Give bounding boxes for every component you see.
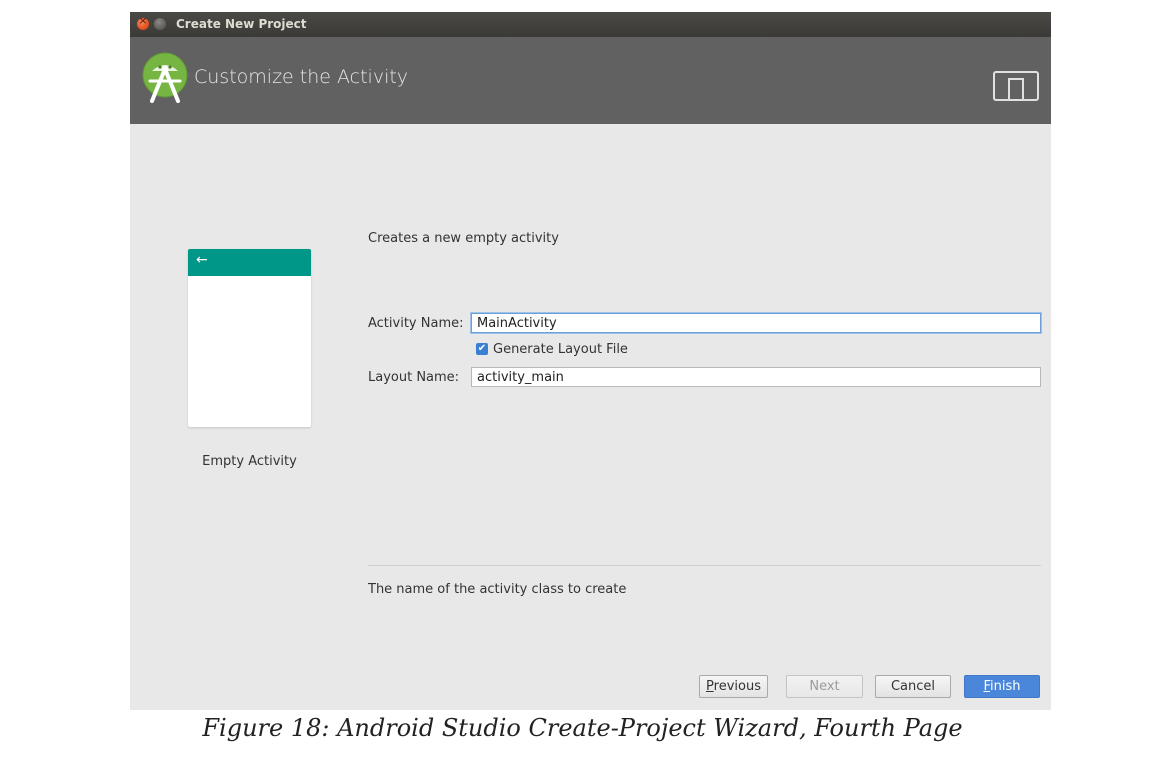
divider <box>368 565 1041 566</box>
close-window-button[interactable] <box>137 14 149 30</box>
android-studio-logo-icon <box>142 52 188 103</box>
device-form-factor-icon <box>993 71 1039 101</box>
preview-toolbar: ← <box>188 249 311 276</box>
wizard-header: Customize the Activity <box>130 37 1051 124</box>
generate-layout-checkbox[interactable]: ✔ <box>476 343 488 355</box>
finish-button[interactable]: Finish <box>964 675 1040 698</box>
minimize-window-button[interactable] <box>154 18 166 30</box>
help-text: The name of the activity class to create <box>368 582 627 597</box>
template-name: Empty Activity <box>202 454 297 469</box>
activity-template-preview: ← <box>188 249 311 427</box>
template-description: Creates a new empty activity <box>368 231 559 246</box>
window-title: Create New Project <box>176 17 307 31</box>
previous-label: revious <box>713 679 761 694</box>
previous-mnemonic: P <box>706 679 714 694</box>
previous-button[interactable]: Previous <box>699 675 768 698</box>
next-button[interactable]: Next <box>786 675 863 698</box>
page-title: Customize the Activity <box>194 66 409 88</box>
layout-name-label: Layout Name: <box>368 370 460 385</box>
activity-name-input[interactable] <box>471 313 1041 333</box>
title-bar: Create New Project <box>130 12 1051 37</box>
finish-label: inish <box>990 679 1021 694</box>
wizard-window: Create New Project Customize the Activit… <box>130 12 1051 710</box>
figure-caption: Figure 18: Android Studio Create-Project… <box>202 714 963 742</box>
layout-name-input[interactable] <box>471 367 1041 387</box>
back-arrow-icon: ← <box>196 252 208 268</box>
activity-name-label: Activity Name: <box>368 316 464 331</box>
cancel-button[interactable]: Cancel <box>875 675 951 698</box>
generate-layout-label[interactable]: Generate Layout File <box>493 342 628 357</box>
